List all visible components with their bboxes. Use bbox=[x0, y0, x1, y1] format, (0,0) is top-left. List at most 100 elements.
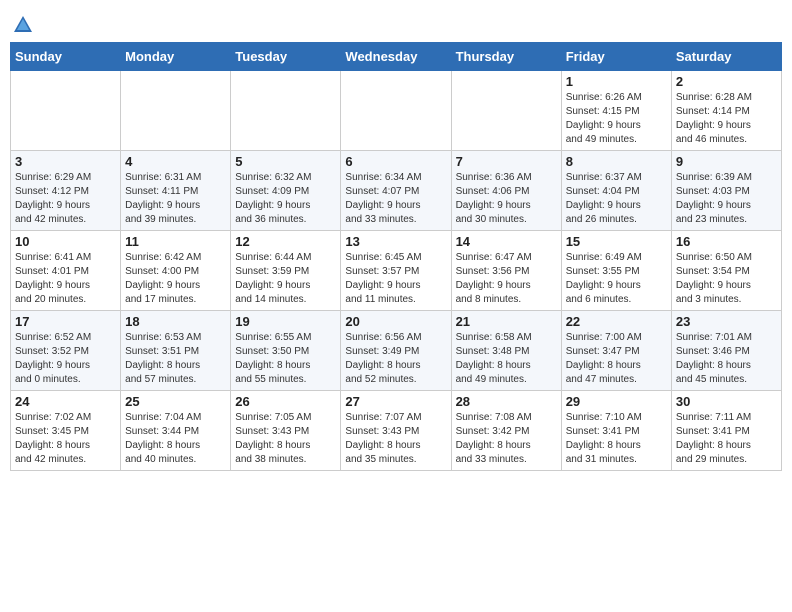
day-info: Sunrise: 6:45 AM Sunset: 3:57 PM Dayligh… bbox=[345, 251, 446, 307]
calendar-day-empty bbox=[231, 71, 341, 151]
day-number: 13 bbox=[345, 234, 446, 249]
day-number: 25 bbox=[125, 394, 226, 409]
day-number: 12 bbox=[235, 234, 336, 249]
day-number: 30 bbox=[676, 394, 777, 409]
calendar-day-22: 22 Sunrise: 7:00 AM Sunset: 3:47 PM Dayli… bbox=[561, 311, 671, 391]
calendar-day-27: 27 Sunrise: 7:07 AM Sunset: 3:43 PM Dayli… bbox=[341, 391, 451, 471]
day-number: 20 bbox=[345, 314, 446, 329]
day-number: 17 bbox=[15, 314, 116, 329]
logo-icon bbox=[12, 14, 34, 36]
calendar-day-10: 10Sunrise: 6:41 AM Sunset: 4:01 PM Dayli… bbox=[11, 231, 121, 311]
calendar-day-empty bbox=[451, 71, 561, 151]
calendar-day-empty bbox=[341, 71, 451, 151]
day-info: Sunrise: 7:05 AM Sunset: 3:43 PM Dayligh… bbox=[235, 411, 336, 467]
calendar-day-18: 18 Sunrise: 6:53 AM Sunset: 3:51 PM Dayli… bbox=[121, 311, 231, 391]
day-info: Sunrise: 6:39 AM Sunset: 4:03 PM Dayligh… bbox=[676, 171, 777, 227]
day-info: Sunrise: 6:44 AM Sunset: 3:59 PM Dayligh… bbox=[235, 251, 336, 307]
calendar-day-11: 11 Sunrise: 6:42 AM Sunset: 4:00 PM Dayli… bbox=[121, 231, 231, 311]
day-number: 22 bbox=[566, 314, 667, 329]
col-header-monday: Monday bbox=[121, 43, 231, 71]
calendar-day-9: 9 Sunrise: 6:39 AM Sunset: 4:03 PM Daylig… bbox=[671, 151, 781, 231]
day-info: Sunrise: 6:55 AM Sunset: 3:50 PM Dayligh… bbox=[235, 331, 336, 387]
col-header-sunday: Sunday bbox=[11, 43, 121, 71]
calendar-day-7: 7 Sunrise: 6:36 AM Sunset: 4:06 PM Daylig… bbox=[451, 151, 561, 231]
day-number: 18 bbox=[125, 314, 226, 329]
calendar-day-19: 19 Sunrise: 6:55 AM Sunset: 3:50 PM Dayli… bbox=[231, 311, 341, 391]
day-number: 6 bbox=[345, 154, 446, 169]
calendar-week-1: 1 Sunrise: 6:26 AM Sunset: 4:15 PM Daylig… bbox=[11, 71, 782, 151]
calendar-day-23: 23 Sunrise: 7:01 AM Sunset: 3:46 PM Dayli… bbox=[671, 311, 781, 391]
day-info: Sunrise: 7:04 AM Sunset: 3:44 PM Dayligh… bbox=[125, 411, 226, 467]
day-info: Sunrise: 6:50 AM Sunset: 3:54 PM Dayligh… bbox=[676, 251, 777, 307]
day-number: 21 bbox=[456, 314, 557, 329]
day-info: Sunrise: 6:31 AM Sunset: 4:11 PM Dayligh… bbox=[125, 171, 226, 227]
calendar-table: SundayMondayTuesdayWednesdayThursdayFrid… bbox=[10, 42, 782, 471]
day-info: Sunrise: 7:11 AM Sunset: 3:41 PM Dayligh… bbox=[676, 411, 777, 467]
col-header-wednesday: Wednesday bbox=[341, 43, 451, 71]
calendar-day-6: 6 Sunrise: 6:34 AM Sunset: 4:07 PM Daylig… bbox=[341, 151, 451, 231]
day-info: Sunrise: 7:00 AM Sunset: 3:47 PM Dayligh… bbox=[566, 331, 667, 387]
day-info: Sunrise: 6:36 AM Sunset: 4:06 PM Dayligh… bbox=[456, 171, 557, 227]
day-info: Sunrise: 6:34 AM Sunset: 4:07 PM Dayligh… bbox=[345, 171, 446, 227]
calendar-week-5: 24Sunrise: 7:02 AM Sunset: 3:45 PM Dayli… bbox=[11, 391, 782, 471]
day-number: 3 bbox=[15, 154, 116, 169]
day-number: 23 bbox=[676, 314, 777, 329]
day-number: 14 bbox=[456, 234, 557, 249]
calendar-day-4: 4Sunrise: 6:31 AM Sunset: 4:11 PM Daylig… bbox=[121, 151, 231, 231]
calendar-day-8: 8 Sunrise: 6:37 AM Sunset: 4:04 PM Daylig… bbox=[561, 151, 671, 231]
day-number: 28 bbox=[456, 394, 557, 409]
day-info: Sunrise: 7:08 AM Sunset: 3:42 PM Dayligh… bbox=[456, 411, 557, 467]
calendar-week-3: 10Sunrise: 6:41 AM Sunset: 4:01 PM Dayli… bbox=[11, 231, 782, 311]
calendar-day-17: 17 Sunrise: 6:52 AM Sunset: 3:52 PM Dayli… bbox=[11, 311, 121, 391]
day-info: Sunrise: 6:58 AM Sunset: 3:48 PM Dayligh… bbox=[456, 331, 557, 387]
calendar-day-1: 1 Sunrise: 6:26 AM Sunset: 4:15 PM Daylig… bbox=[561, 71, 671, 151]
calendar-day-26: 26 Sunrise: 7:05 AM Sunset: 3:43 PM Dayli… bbox=[231, 391, 341, 471]
day-info: Sunrise: 6:41 AM Sunset: 4:01 PM Dayligh… bbox=[15, 251, 116, 307]
calendar-day-24: 24Sunrise: 7:02 AM Sunset: 3:45 PM Dayli… bbox=[11, 391, 121, 471]
calendar-header-row: SundayMondayTuesdayWednesdayThursdayFrid… bbox=[11, 43, 782, 71]
day-info: Sunrise: 6:52 AM Sunset: 3:52 PM Dayligh… bbox=[15, 331, 116, 387]
day-number: 1 bbox=[566, 74, 667, 89]
calendar-day-16: 16 Sunrise: 6:50 AM Sunset: 3:54 PM Dayli… bbox=[671, 231, 781, 311]
day-number: 24 bbox=[15, 394, 116, 409]
calendar-day-5: 5Sunrise: 6:32 AM Sunset: 4:09 PM Daylig… bbox=[231, 151, 341, 231]
day-number: 15 bbox=[566, 234, 667, 249]
day-number: 2 bbox=[676, 74, 777, 89]
day-number: 9 bbox=[676, 154, 777, 169]
day-info: Sunrise: 7:10 AM Sunset: 3:41 PM Dayligh… bbox=[566, 411, 667, 467]
day-number: 26 bbox=[235, 394, 336, 409]
day-info: Sunrise: 6:37 AM Sunset: 4:04 PM Dayligh… bbox=[566, 171, 667, 227]
logo bbox=[10, 14, 34, 36]
calendar-day-13: 13 Sunrise: 6:45 AM Sunset: 3:57 PM Dayli… bbox=[341, 231, 451, 311]
calendar-day-2: 2 Sunrise: 6:28 AM Sunset: 4:14 PM Daylig… bbox=[671, 71, 781, 151]
day-info: Sunrise: 6:26 AM Sunset: 4:15 PM Dayligh… bbox=[566, 91, 667, 147]
day-number: 5 bbox=[235, 154, 336, 169]
calendar-day-30: 30 Sunrise: 7:11 AM Sunset: 3:41 PM Dayli… bbox=[671, 391, 781, 471]
calendar-day-empty bbox=[121, 71, 231, 151]
day-info: Sunrise: 7:01 AM Sunset: 3:46 PM Dayligh… bbox=[676, 331, 777, 387]
day-number: 7 bbox=[456, 154, 557, 169]
col-header-thursday: Thursday bbox=[451, 43, 561, 71]
day-number: 11 bbox=[125, 234, 226, 249]
day-info: Sunrise: 6:56 AM Sunset: 3:49 PM Dayligh… bbox=[345, 331, 446, 387]
calendar-week-2: 3 Sunrise: 6:29 AM Sunset: 4:12 PM Daylig… bbox=[11, 151, 782, 231]
day-number: 16 bbox=[676, 234, 777, 249]
calendar-day-empty bbox=[11, 71, 121, 151]
col-header-friday: Friday bbox=[561, 43, 671, 71]
day-info: Sunrise: 6:28 AM Sunset: 4:14 PM Dayligh… bbox=[676, 91, 777, 147]
day-number: 8 bbox=[566, 154, 667, 169]
day-info: Sunrise: 6:42 AM Sunset: 4:00 PM Dayligh… bbox=[125, 251, 226, 307]
calendar-day-3: 3 Sunrise: 6:29 AM Sunset: 4:12 PM Daylig… bbox=[11, 151, 121, 231]
day-info: Sunrise: 6:53 AM Sunset: 3:51 PM Dayligh… bbox=[125, 331, 226, 387]
day-number: 19 bbox=[235, 314, 336, 329]
day-info: Sunrise: 6:47 AM Sunset: 3:56 PM Dayligh… bbox=[456, 251, 557, 307]
calendar-day-29: 29Sunrise: 7:10 AM Sunset: 3:41 PM Dayli… bbox=[561, 391, 671, 471]
calendar-day-28: 28 Sunrise: 7:08 AM Sunset: 3:42 PM Dayli… bbox=[451, 391, 561, 471]
page-header bbox=[10, 10, 782, 36]
calendar-day-21: 21 Sunrise: 6:58 AM Sunset: 3:48 PM Dayli… bbox=[451, 311, 561, 391]
day-number: 27 bbox=[345, 394, 446, 409]
col-header-saturday: Saturday bbox=[671, 43, 781, 71]
day-info: Sunrise: 7:07 AM Sunset: 3:43 PM Dayligh… bbox=[345, 411, 446, 467]
col-header-tuesday: Tuesday bbox=[231, 43, 341, 71]
day-info: Sunrise: 6:29 AM Sunset: 4:12 PM Dayligh… bbox=[15, 171, 116, 227]
